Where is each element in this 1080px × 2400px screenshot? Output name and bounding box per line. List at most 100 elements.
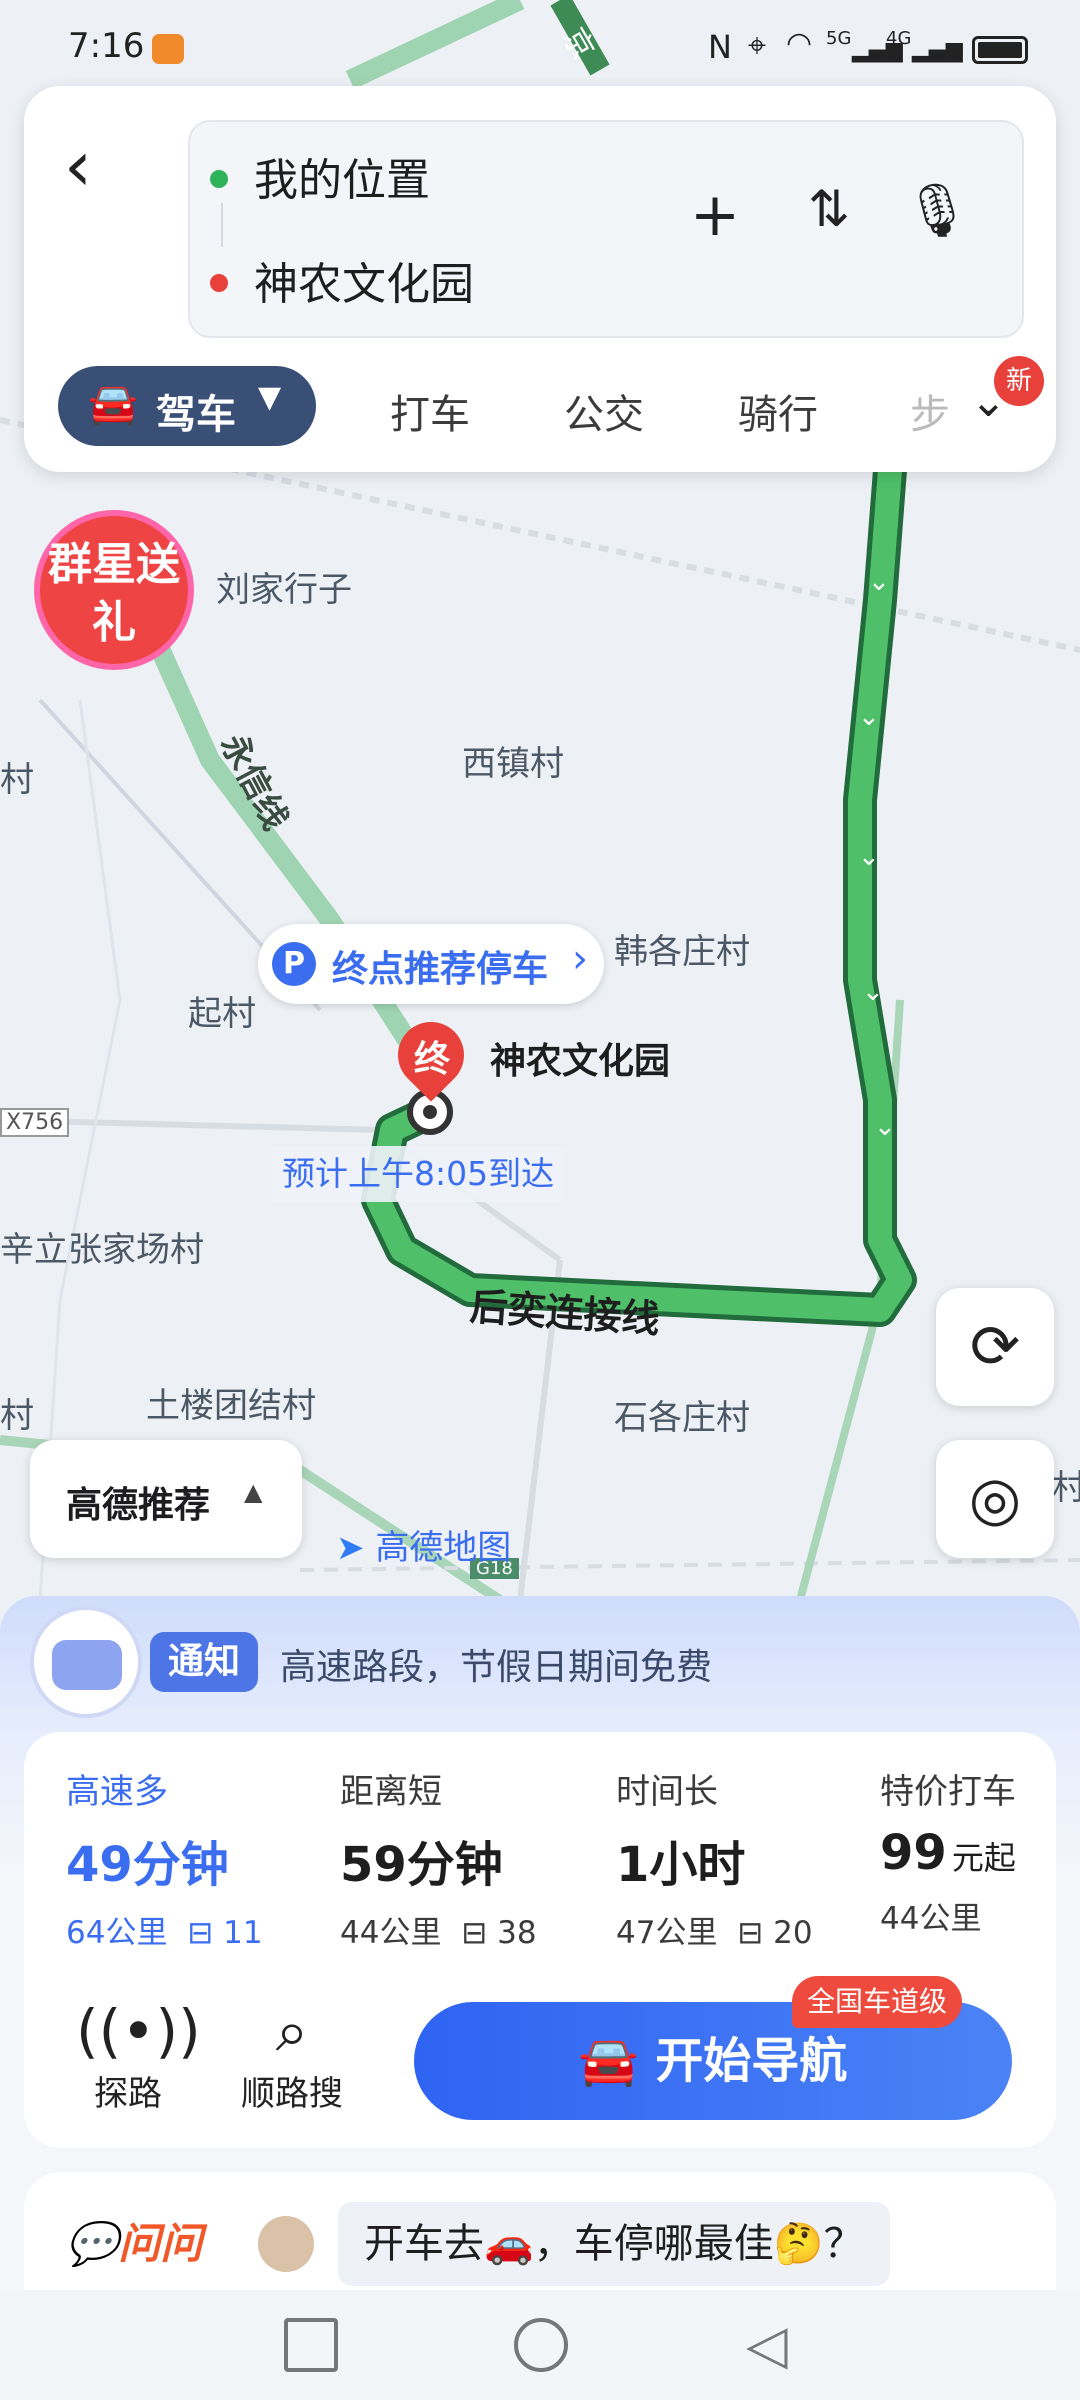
- place-label: 辛立张家场村: [0, 1230, 204, 1270]
- nfc-icon: N: [708, 28, 732, 66]
- add-waypoint-icon[interactable]: +: [680, 180, 750, 250]
- route-distance: 64公里: [66, 1915, 168, 1951]
- car-icon: 🚘: [578, 2033, 656, 2089]
- ask-label[interactable]: 💬问问: [66, 2210, 202, 2271]
- avatar: [258, 2216, 314, 2272]
- search-icon: ⌕: [275, 1997, 309, 2065]
- tab-taxi[interactable]: 打车: [390, 382, 470, 440]
- route-lights: 38: [497, 1915, 537, 1951]
- place-label: 刘家行子: [216, 570, 352, 610]
- origin-input[interactable]: 我的位置: [254, 144, 430, 208]
- battery-icon: [972, 36, 1028, 64]
- route-option-taxi[interactable]: 特价打车 99 元起 44公里: [880, 1764, 1016, 1938]
- route-search-panel: ‹ 我的位置 神农文化园 + ⇅ 🎙 🚘 驾车 ▼ 打车 公交 骑行 步 ⌄ 新: [24, 86, 1056, 472]
- svg-text:⌄: ⌄: [862, 977, 884, 1007]
- destination-input[interactable]: 神农文化园: [254, 248, 474, 312]
- place-label: 石各庄村: [614, 1398, 750, 1438]
- locate-icon[interactable]: ◎: [936, 1440, 1054, 1558]
- place-label: 村: [0, 1396, 34, 1436]
- parking-tip-text: 终点推荐停车: [332, 949, 549, 990]
- destination-dot-icon: [210, 274, 228, 292]
- route-distance: 47公里: [616, 1915, 718, 1951]
- new-badge: 新: [994, 356, 1044, 406]
- signal-icon: ▂▄▆: [912, 38, 963, 63]
- wifi-icon: ◠: [786, 26, 813, 61]
- parking-icon: P: [272, 942, 316, 986]
- svg-text:⌄: ⌄: [858, 842, 880, 872]
- notice-text[interactable]: 高速路段，节假日期间免费: [280, 1638, 712, 1690]
- traffic-light-icon: ⊟: [187, 1915, 214, 1951]
- swap-icon[interactable]: ⇅: [794, 180, 864, 238]
- refresh-route-icon[interactable]: ⟳: [936, 1288, 1054, 1406]
- route-time: 49分钟: [66, 1837, 229, 1893]
- parking-tip[interactable]: P 终点推荐停车 ›: [258, 924, 604, 1004]
- status-time: 7:16: [68, 26, 145, 66]
- explore-button[interactable]: ((•)) 探路: [76, 1996, 201, 2115]
- back-icon[interactable]: ‹: [64, 126, 134, 216]
- ask-label-text: 问问: [118, 2219, 203, 2268]
- lane-level-badge: 全国车道级: [792, 1976, 962, 2028]
- logo-text: 高德地图: [375, 1528, 512, 1568]
- divider: [221, 203, 223, 247]
- traffic-light-icon: ⊟: [461, 1915, 488, 1951]
- taxi-price: 99: [880, 1825, 947, 1881]
- tab-cycling[interactable]: 骑行: [738, 382, 818, 440]
- route-title: 特价打车: [880, 1772, 1016, 1812]
- ask-bubble-icon: 💬: [66, 2219, 119, 2268]
- route-time: 1小时: [616, 1837, 746, 1893]
- notice-wallet-icon: [30, 1606, 142, 1718]
- tab-drive[interactable]: 🚘 驾车 ▼: [58, 366, 316, 446]
- car-icon: 🚘: [88, 381, 138, 427]
- svg-text:⌄: ⌄: [874, 1112, 896, 1142]
- eta-label: 预计上午8:05到达: [272, 1146, 565, 1202]
- tab-transit[interactable]: 公交: [564, 382, 644, 440]
- radar-icon: ((•)): [76, 1997, 201, 2065]
- tab-drive-label: 驾车: [156, 392, 236, 438]
- place-label: 土楼团结村: [146, 1386, 316, 1426]
- explore-label: 探路: [94, 2074, 162, 2114]
- promo-badge[interactable]: 群星送礼: [34, 510, 194, 670]
- route-option-shortest[interactable]: 距离短 59分钟 44公里 ⊟ 38: [340, 1764, 537, 1952]
- notice-tag: 通知: [150, 1632, 258, 1692]
- search-along-button[interactable]: ⌕ 顺路搜: [236, 1996, 348, 2115]
- amap-logo: ➤ 高德地图: [336, 1520, 511, 1569]
- route-inputs: 我的位置 神农文化园 + ⇅ 🎙: [188, 120, 1024, 338]
- place-label: 韩各庄村: [614, 932, 750, 972]
- signal-5g-label: 5G: [826, 28, 852, 49]
- origin-dot-icon: [210, 170, 228, 188]
- road-number-label: X756: [0, 1108, 70, 1137]
- start-navigation-label: 开始导航: [655, 2033, 848, 2089]
- taxi-price-unit: 元起: [951, 1839, 1016, 1877]
- place-label: 村: [1052, 1468, 1080, 1508]
- status-bar: 7:16 N ⌖ ◠ 5G ▂▄▆ 4G ▂▄▆: [0, 0, 1080, 90]
- recents-icon[interactable]: [284, 2318, 338, 2372]
- route-lights: 11: [223, 1915, 263, 1951]
- ask-question[interactable]: 开车去🚗，车停哪最佳🤔？: [338, 2202, 890, 2286]
- svg-text:⌄: ⌄: [858, 702, 880, 732]
- place-label: 西镇村: [462, 744, 564, 784]
- svg-text:⌄: ⌄: [868, 567, 890, 597]
- location-icon: ⌖: [748, 26, 767, 64]
- route-preference-label: 高德推荐: [66, 1485, 211, 1526]
- logo-arrow-icon: ➤: [336, 1528, 365, 1568]
- route-preference-button[interactable]: 高德推荐 ▲: [30, 1440, 302, 1558]
- back-nav-icon[interactable]: ◁: [746, 2318, 800, 2372]
- destination-pin-label: 终: [413, 1039, 450, 1080]
- destination-label: 神农文化园: [490, 1041, 671, 1082]
- wallet-shape: [52, 1640, 122, 1690]
- traffic-light-icon: ⊟: [737, 1915, 764, 1951]
- route-option-fastest[interactable]: 高速多 49分钟 64公里 ⊟ 11: [66, 1764, 263, 1952]
- route-title: 距离短: [340, 1772, 442, 1812]
- search-along-label: 顺路搜: [241, 2074, 343, 2114]
- route-title: 高速多: [66, 1772, 168, 1812]
- route-distance: 44公里: [340, 1915, 442, 1951]
- caret-down-icon: ▼: [258, 380, 282, 415]
- caret-up-icon: ▲: [244, 1478, 263, 1506]
- chevron-right-icon: ›: [572, 936, 588, 982]
- microphone-icon[interactable]: 🎙: [902, 180, 972, 241]
- route-lights: 20: [773, 1915, 813, 1951]
- home-icon[interactable]: [514, 2318, 568, 2372]
- tab-walk[interactable]: 步: [910, 382, 950, 440]
- route-distance: 44公里: [880, 1901, 982, 1937]
- route-option-long[interactable]: 时间长 1小时 47公里 ⊟ 20: [616, 1764, 813, 1952]
